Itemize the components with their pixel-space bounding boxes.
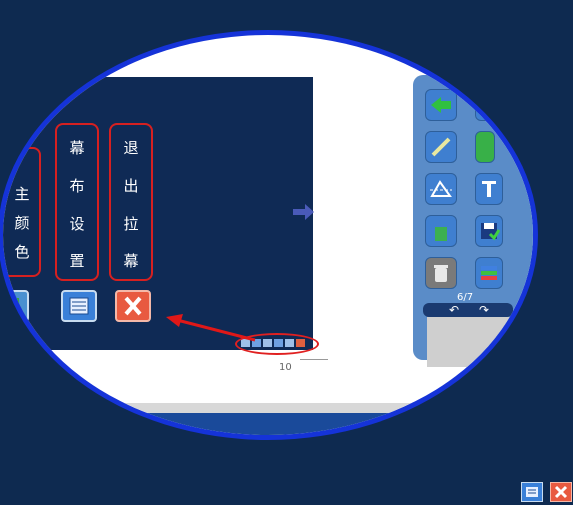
corner-close-button[interactable] xyxy=(550,482,572,502)
list-icon xyxy=(526,487,538,497)
eraser-icon xyxy=(430,180,452,197)
books-icon xyxy=(481,266,497,280)
curtain-panel: 主 颜 色 幕 布 设 置 退 出 拉 幕 xyxy=(3,77,319,355)
fill-icon xyxy=(435,227,447,241)
copy-button[interactable] xyxy=(475,131,495,163)
pen-button[interactable] xyxy=(425,131,457,163)
swatch-icon xyxy=(9,298,19,310)
redo-icon[interactable]: ↷ xyxy=(479,303,489,317)
menu-item-main-color[interactable]: 主 颜 色 xyxy=(3,147,41,277)
list-icon xyxy=(69,297,89,315)
resources-button[interactable] xyxy=(475,257,503,289)
menu-char: 主 xyxy=(14,185,30,203)
menu-char: 退 xyxy=(123,139,139,157)
menu-char: 幕 xyxy=(69,139,85,157)
close-button[interactable] xyxy=(115,290,151,322)
trash-button[interactable] xyxy=(425,257,457,289)
pointer-arrow xyxy=(166,314,256,342)
text-button[interactable] xyxy=(475,173,503,205)
bottom-band-dark xyxy=(3,413,533,435)
right-arrow-icon[interactable] xyxy=(293,203,315,221)
close-icon xyxy=(124,296,142,316)
menu-char: 颜 xyxy=(14,214,30,232)
bottom-band xyxy=(3,403,533,413)
menu-char: 设 xyxy=(69,215,85,233)
menu-char: 布 xyxy=(69,177,85,195)
color-button[interactable] xyxy=(3,290,29,322)
magnified-view: 主 颜 色 幕 布 设 置 退 出 拉 幕 10 6/7 ↶ ↷ xyxy=(3,35,533,435)
close-icon xyxy=(554,485,568,499)
trash-icon xyxy=(434,265,448,282)
save-button[interactable] xyxy=(475,215,503,247)
toolbar-shadow xyxy=(427,317,533,367)
page-number: 10 xyxy=(279,362,292,373)
undo-icon[interactable]: ↶ xyxy=(449,303,459,317)
menu-item-curtain-settings[interactable]: 幕 布 设 置 xyxy=(55,123,99,281)
page-counter: 6/7 xyxy=(457,292,474,303)
menu-char: 幕 xyxy=(123,252,139,270)
next-tool-button[interactable] xyxy=(475,89,495,121)
right-toolbar: 6/7 ↶ ↷ xyxy=(413,75,533,367)
page-number-underline xyxy=(300,359,328,360)
nav-bar: ↶ ↷ xyxy=(423,303,513,317)
menu-char: 置 xyxy=(69,252,85,270)
pen-icon xyxy=(431,137,451,157)
menu-item-exit-curtain[interactable]: 退 出 拉 幕 xyxy=(109,123,153,281)
menu-char: 色 xyxy=(14,243,30,261)
menu-char: 拉 xyxy=(123,215,139,233)
list-button[interactable] xyxy=(61,290,97,322)
text-icon xyxy=(482,181,496,197)
left-arrow-icon xyxy=(431,97,451,113)
menu-char: 出 xyxy=(123,177,139,195)
corner-list-button[interactable] xyxy=(521,482,543,502)
save-icon xyxy=(481,223,500,241)
fill-button[interactable] xyxy=(425,215,457,247)
eraser-button[interactable] xyxy=(425,173,457,205)
back-arrow-button[interactable] xyxy=(425,89,457,121)
